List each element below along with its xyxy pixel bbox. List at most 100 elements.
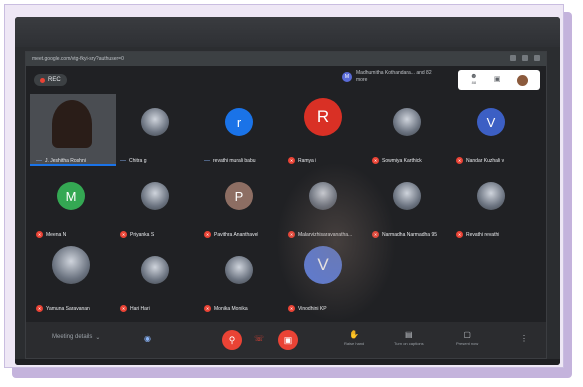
participant-tile[interactable]: ✕ Malarvizhisaravanatha... [282,168,364,242]
self-view-button[interactable] [516,74,528,86]
avatar [477,182,505,210]
more-options-icon[interactable]: ⋮ [520,334,528,343]
participant-tile[interactable]: R ✕ Ramya i [282,94,364,168]
participants-summary-text: Madhumitha Kothandara... and 82 more [356,70,432,83]
mic-off-icon: ✕ [204,231,211,238]
participant-tile[interactable]: ✕ Yamuna Saravanan [30,242,112,316]
hangup-button[interactable]: ☏ [254,334,264,343]
participant-tile[interactable]: ✕ Revathi revathi [450,168,532,242]
participant-name: Ramya i [298,157,317,164]
raise-hand-button[interactable]: ✋ Raise hand [344,330,364,346]
participant-name: Malarvizhisaravanatha... [298,231,353,238]
participant-tile[interactable]: ✕ Priyanka S [114,168,196,242]
mic-off-icon: ✕ [204,305,211,312]
participant-name: Meena N [46,231,67,238]
mic-toggle-button[interactable]: ⚲ [222,330,242,350]
participant-tile[interactable]: M ✕ Meena N [30,168,112,242]
participant-name-row: ✕ Narmadha Narmadha 95 [372,231,437,238]
hand-icon: ✋ [349,330,360,339]
people-button[interactable]: ☻ 88 [470,73,477,86]
participant-name-row: ✕ Nandar Kuzhali v [456,157,504,164]
participant-name: Chitra g [129,158,147,164]
participant-name-row: ✕ Ramya i [288,157,316,164]
participant-name: revathi murali babu [213,158,256,164]
avatar: P [225,182,253,210]
mic-off-icon: ✕ [456,157,463,164]
mic-off-icon: ✕ [36,231,43,238]
avatar [393,108,421,136]
avatar: M [342,72,352,82]
participant-tile[interactable]: — J. Jeshitha Roshni [30,94,116,168]
participant-name-row: ✕ Monika Monika [204,305,248,312]
participant-name-row: — J. Jeshitha Roshni [36,158,86,164]
maximize-icon[interactable] [522,55,528,61]
avatar [141,182,169,210]
participant-name: Hari Hari [130,305,150,312]
participant-tile[interactable]: V ✕ Vinodhini KP [282,242,364,316]
participant-tile[interactable]: V ✕ Nandar Kuzhali v [450,94,532,168]
camera-toggle-button[interactable]: ▣ [278,330,298,350]
self-avatar [516,74,528,86]
participant-name-row: — revathi murali babu [204,158,256,164]
participant-tile[interactable]: ✕ Sowmiya Karthick [366,94,448,168]
avatar [393,182,421,210]
url-text: meet.google.com/vtg-fkyi-sry?authuser=0 [32,56,124,62]
monitor-bezel [15,17,560,47]
browser-address-bar[interactable]: meet.google.com/vtg-fkyi-sry?authuser=0 [26,52,546,66]
participant-name-row: ✕ Yamuna Saravanan [36,305,90,312]
participant-tile[interactable]: P ✕ Pavithra Ananthavel [198,168,280,242]
avatar: M [57,182,85,210]
participant-name-row: ✕ Hari Hari [120,305,150,312]
mic-off-icon: ✕ [372,157,379,164]
captions-icon: ▤ [405,330,413,339]
participant-grid: — J. Jeshitha Roshni — Chitra g r — revathi mu… [30,94,544,322]
participant-name: Revathi revathi [466,231,500,238]
participant-name: Pavithra Ananthavel [214,231,259,238]
avatar: V [477,108,505,136]
participant-video [30,94,116,166]
shield-icon[interactable]: ◉ [144,334,151,343]
minimize-icon[interactable] [510,55,516,61]
mic-off-icon: ✕ [120,231,127,238]
avatar: R [304,98,342,136]
mic-off-icon: ✕ [372,231,379,238]
meeting-details-button[interactable]: Meeting details ⌄ [52,334,100,341]
participant-tile[interactable]: — Chitra g [114,94,196,168]
recording-badge: REC [34,74,67,86]
window-controls [510,55,540,61]
monitor: meet.google.com/vtg-fkyi-sry?authuser=0 … [15,17,560,365]
close-icon[interactable] [534,55,540,61]
avatar: r [225,108,253,136]
participant-name-row: ✕ Meena N [36,231,66,238]
avatar [225,256,253,284]
mic-off-icon: ✕ [288,305,295,312]
avatar [52,246,90,284]
participant-name-row: ✕ Vinodhini KP [288,305,327,312]
present-button[interactable]: ▢ Present now [456,330,478,346]
participant-name-row: ✕ Priyanka S [120,231,154,238]
participant-tile[interactable]: ✕ Hari Hari [114,242,196,316]
participant-tile[interactable]: ✕ Narmadha Narmadha 95 [366,168,448,242]
mic-off-icon: ✕ [120,305,127,312]
chat-icon: ▣ [493,76,501,83]
mic-off-icon: ✕ [288,157,295,164]
camera-off-icon: ▣ [283,334,293,345]
captions-label: Turn on captions [394,341,424,346]
participant-tile[interactable]: r — revathi murali babu [198,94,280,168]
participant-silhouette [52,100,92,148]
participant-name: J. Jeshitha Roshni [45,158,86,164]
participant-name: Nandar Kuzhali v [466,157,505,164]
captions-button[interactable]: ▤ Turn on captions [394,330,424,346]
participant-name-row: ✕ Malarvizhisaravanatha... [288,231,352,238]
participant-name: Priyanka S [130,231,155,238]
top-right-controls: ☻ 88 ▣ [458,70,540,90]
avatar: V [304,246,342,284]
mic-off-icon: ✕ [456,231,463,238]
people-count: 88 [471,80,477,85]
avatar [309,182,337,210]
participant-name: Yamuna Saravanan [46,305,90,312]
chat-button[interactable]: ▣ [493,76,501,83]
participant-tile[interactable]: ✕ Monika Monika [198,242,280,316]
chevron-down-icon: ⌄ [95,335,101,341]
avatar [141,108,169,136]
